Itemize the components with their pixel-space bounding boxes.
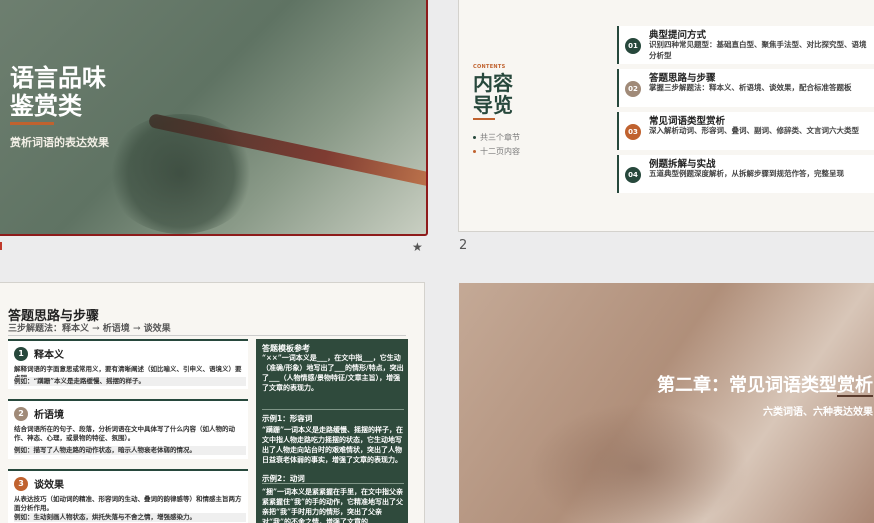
toc-number-badge: 02	[625, 81, 641, 97]
step-name: 释本义	[34, 350, 64, 361]
step-desc: 结合词语所在的句子、段落，分析词语在文中具体写了什么内容（如人物的动作、神态、心…	[14, 425, 235, 442]
note-text: 共三个章节	[480, 133, 520, 142]
step-number-badge: 2	[14, 407, 28, 421]
toc-item-3: 03 常见词语类型赏析 深入解析动词、形容词、叠词、副词、修辞类、文言词六大类型	[617, 112, 874, 150]
bullet-dot-icon	[473, 150, 476, 153]
selection-marker	[0, 242, 2, 250]
slide-number-2: 2	[459, 238, 468, 253]
toc-item-desc: 五道典型例题深度解析，从拆解步骤到规范作答，完整呈现	[649, 169, 844, 178]
title-line-2: 导览	[473, 93, 513, 117]
slide-thumbnail-4[interactable]: 第二章：常见词语类型赏析 六类词语、六种表达效果	[459, 283, 874, 523]
step-number-badge: 1	[14, 347, 28, 361]
toc-item-desc: 掌握三步解题法：释本义、析语境、谈效果，配合标准答题板	[649, 83, 852, 92]
slide-thumbnail-2[interactable]: CONTENTS 内容 导览 共三个章节 十二页内容 01 典型提问方式 识别四…	[459, 0, 874, 231]
panel-divider	[262, 483, 404, 484]
chapter-subtitle: 六类词语、六种表达效果	[763, 407, 873, 418]
title-line-1: 内容	[473, 71, 513, 95]
template-panel: 答题模板参考 “××”一词本义是___，在文中指___，它生动（准确/形象）地写…	[256, 339, 408, 523]
step-number-badge: 3	[14, 477, 28, 491]
note-text: 十二页内容	[480, 147, 520, 156]
step-card-1: 1 释本义 解释词语的字面意思或常用义，要有清晰阐述（如比喻义、引申义、语境义）…	[8, 339, 248, 389]
contents-title: 内容 导览	[473, 72, 513, 116]
step-example: 例如：“蹒跚”本义是走路缓慢、摇摆的样子。	[14, 377, 246, 386]
title-accent-bar	[10, 122, 54, 125]
title-line-1: 语言品味	[10, 63, 106, 92]
step-card-2: 2 析语境 结合词语所在的句子、段落，分析词语在文中具体写了什么内容（如人物的动…	[8, 399, 248, 459]
star-icon: ★	[412, 240, 423, 254]
panel-template: “××”一词本义是___，在文中指___，它生动（准确/形象）地写出了___的情…	[262, 353, 404, 392]
toc-item-desc: 识别四种常见题型：基础直白型、聚焦手法型、对比探究型、语境分析型	[649, 40, 867, 60]
background-image	[529, 403, 749, 523]
panel-example2: “捆”一词本义是紧紧握在手里，在文中指父亲紧紧握住“我”的手的动作，它精准地写出…	[262, 487, 404, 523]
title-accent-bar	[837, 395, 873, 397]
slide-thumbnail-1[interactable]: 语言品味 鉴赏类 赏析词语的表达效果	[0, 0, 428, 236]
toc-number-badge: 01	[625, 38, 641, 54]
step-example: 例如：描写了人物走路的动作状态，暗示人物衰老体弱的情况。	[14, 446, 246, 455]
panel-example1-label: 示例1：形容词	[262, 414, 313, 423]
toc-number-badge: 04	[625, 167, 641, 183]
step-desc: 从表达技巧（如动词的精准、形容词的生动、叠词的韵律感等）和情感主旨两方面分析作用…	[14, 495, 242, 512]
toc-item-2: 02 答题思路与步骤 掌握三步解题法：释本义、析语境、谈效果，配合标准答题板	[617, 69, 874, 107]
divider	[8, 335, 406, 336]
note-chapters: 共三个章节	[473, 132, 520, 143]
panel-divider	[262, 409, 404, 410]
slide-thumbnail-3[interactable]: 答题思路与步骤 三步解题法：释本义 → 析语境 → 谈效果 1 释本义 解释词语…	[0, 283, 424, 523]
slide-title: 语言品味 鉴赏类	[10, 64, 106, 120]
step-example: 例如：生动刻画人物状态，烘托失落与不舍之情，增强感染力。	[14, 513, 246, 522]
title-line-2: 鉴赏类	[10, 91, 82, 120]
toc-item-4: 04 例题拆解与实战 五道典型例题深度解析，从拆解步骤到规范作答，完整呈现	[617, 155, 874, 193]
toc-item-1: 01 典型提问方式 识别四种常见题型：基础直白型、聚焦手法型、对比探究型、语境分…	[617, 26, 874, 64]
toc-item-desc: 深入解析动词、形容词、叠词、副词、修辞类、文言词六大类型	[649, 126, 859, 135]
chapter-title: 第二章：常见词语类型赏析	[657, 375, 873, 396]
toc-number-badge: 03	[625, 124, 641, 140]
bullet-dot-icon	[473, 136, 476, 139]
note-pages: 十二页内容	[473, 146, 520, 157]
step-name: 析语境	[34, 410, 64, 421]
slide-subtitle: 三步解题法：释本义 → 析语境 → 谈效果	[8, 324, 171, 334]
panel-example1: “蹒跚”一词本义是走路缓慢、摇摆的样子，在文中指人物走路吃力摇摆的状态，它生动地…	[262, 425, 404, 464]
contents-label: CONTENTS	[473, 64, 506, 70]
slide-subtitle: 赏析词语的表达效果	[10, 136, 109, 149]
step-name: 谈效果	[34, 480, 64, 491]
title-accent-bar	[473, 118, 495, 120]
